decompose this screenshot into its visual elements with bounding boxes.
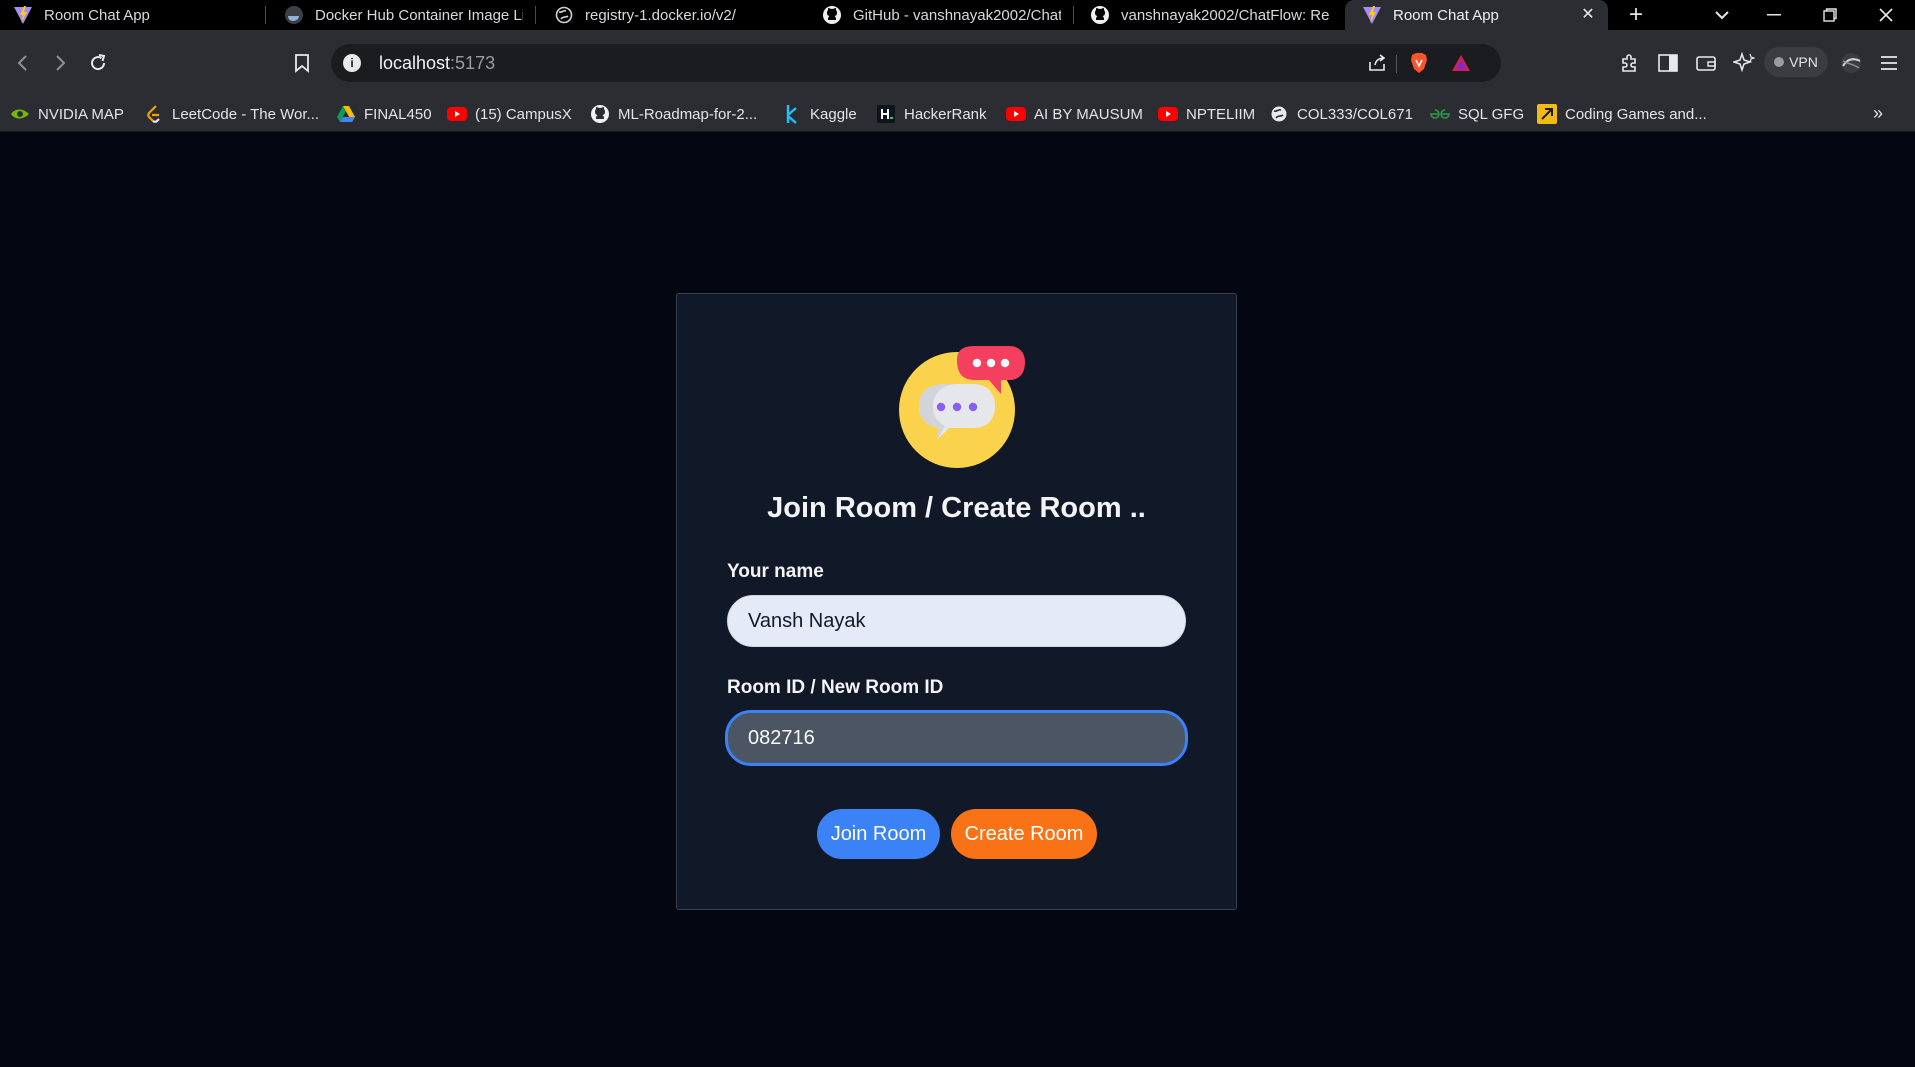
omnibox-divider bbox=[1396, 55, 1397, 73]
github-icon bbox=[590, 104, 610, 124]
more-bookmarks-icon[interactable]: » bbox=[1873, 103, 1883, 124]
bookmark-label: AI BY MAUSUM bbox=[1034, 105, 1143, 123]
bookmark-kaggle[interactable]: Kaggle bbox=[782, 97, 857, 131]
minimize-button[interactable] bbox=[1754, 0, 1794, 30]
new-tab-button[interactable]: + bbox=[1616, 0, 1656, 30]
url-host: localhost bbox=[379, 53, 451, 73]
close-window-button[interactable] bbox=[1866, 0, 1906, 30]
docker-icon bbox=[283, 4, 305, 26]
bookmark-nptel[interactable]: NPTELIIM bbox=[1158, 97, 1255, 131]
bookmarks-bar: NVIDIA MAP LeetCode - The Wor... FINAL45… bbox=[0, 97, 1915, 132]
bookmark-col333[interactable]: COL333/COL671 bbox=[1269, 97, 1413, 131]
brave-shields-icon[interactable] bbox=[1406, 50, 1432, 76]
bookmark-final450[interactable]: FINAL450 bbox=[336, 97, 432, 131]
bookmark-label: ML-Roadmap-for-2... bbox=[618, 105, 758, 123]
join-room-card: Join Room / Create Room .. Your name Roo… bbox=[676, 293, 1237, 910]
create-room-button[interactable]: Create Room bbox=[951, 809, 1097, 859]
tab-github-chatflow[interactable]: vanshnayak2002/ChatFlow: Rea bbox=[1089, 0, 1329, 30]
leo-ai-icon[interactable] bbox=[1731, 50, 1757, 76]
bookmark-campusx[interactable]: (15) CampusX bbox=[447, 97, 572, 131]
tab-github-chat[interactable]: GitHub - vanshnayak2002/Chat bbox=[821, 0, 1061, 30]
bookmark-nvidia-map[interactable]: NVIDIA MAP bbox=[10, 97, 124, 131]
url-port: :5173 bbox=[450, 53, 496, 73]
youtube-icon bbox=[1158, 104, 1178, 124]
bookmark-label: (15) CampusX bbox=[475, 105, 572, 123]
profile-avatar[interactable] bbox=[1838, 50, 1864, 76]
browser-toolbar: i localhost:5173 VPN bbox=[0, 30, 1915, 97]
tab-registry[interactable]: registry-1.docker.io/v2/ bbox=[553, 0, 793, 30]
nvidia-icon bbox=[10, 104, 30, 124]
tab-search-chevron-icon[interactable] bbox=[1702, 0, 1742, 30]
bookmark-label: FINAL450 bbox=[364, 105, 432, 123]
codingame-icon bbox=[1537, 104, 1557, 124]
tab-title: Docker Hub Container Image Li bbox=[315, 6, 523, 24]
tab-separator bbox=[1073, 6, 1074, 24]
bookmark-label: Coding Games and... bbox=[1565, 105, 1707, 123]
sidebar-toggle-icon[interactable] bbox=[1655, 50, 1681, 76]
share-icon[interactable] bbox=[1364, 50, 1390, 76]
leetcode-icon bbox=[144, 104, 164, 124]
tab-strip: Room Chat App Docker Hub Container Image… bbox=[0, 0, 1915, 30]
vite-icon bbox=[12, 4, 34, 26]
bookmark-sql-gfg[interactable]: SQL GFG bbox=[1430, 97, 1524, 131]
bookmark-ai-by-mausum[interactable]: AI BY MAUSUM bbox=[1006, 97, 1143, 131]
bookmark-label: LeetCode - The Wor... bbox=[172, 105, 320, 123]
github-icon bbox=[821, 4, 843, 26]
tab-separator bbox=[535, 6, 536, 24]
bookmark-hackerrank[interactable]: HackerRank bbox=[876, 97, 987, 131]
bookmark-label: NVIDIA MAP bbox=[38, 105, 124, 123]
bookmark-label: COL333/COL671 bbox=[1297, 105, 1413, 123]
youtube-icon bbox=[447, 104, 467, 124]
close-tab-icon[interactable]: ✕ bbox=[1578, 5, 1598, 25]
page-title: Join Room / Create Room .. bbox=[767, 492, 1146, 524]
kaggle-icon bbox=[782, 104, 802, 124]
tab-separator bbox=[265, 6, 266, 24]
tab-room-chat-app[interactable]: Room Chat App bbox=[12, 0, 257, 30]
bookmark-label: Kaggle bbox=[810, 105, 857, 123]
bookmark-label: HackerRank bbox=[904, 105, 987, 123]
tab-title: Room Chat App bbox=[1393, 6, 1499, 24]
address-bar[interactable]: i localhost:5173 bbox=[331, 44, 1501, 82]
tab-title: GitHub - vanshnayak2002/Chat bbox=[853, 6, 1061, 24]
chat-bubbles-logo-icon bbox=[899, 346, 1025, 468]
tab-title: registry-1.docker.io/v2/ bbox=[585, 6, 736, 24]
name-field-label: Your name bbox=[727, 561, 824, 582]
google-drive-icon bbox=[336, 104, 356, 124]
github-icon bbox=[1089, 4, 1111, 26]
hackerrank-icon bbox=[876, 104, 896, 124]
vite-icon bbox=[1361, 4, 1383, 26]
tab-room-chat-app-active[interactable]: Room Chat App ✕ bbox=[1345, 0, 1608, 30]
bookmark-label: NPTELIIM bbox=[1186, 105, 1256, 123]
vpn-label: VPN bbox=[1789, 54, 1818, 70]
menu-icon[interactable] bbox=[1876, 50, 1902, 76]
bookmark-label: SQL GFG bbox=[1458, 105, 1525, 123]
extensions-icon[interactable] bbox=[1617, 50, 1643, 76]
globe-icon bbox=[1269, 104, 1289, 124]
vpn-button[interactable]: VPN bbox=[1764, 47, 1828, 77]
bookmark-icon[interactable] bbox=[287, 48, 317, 78]
url-text[interactable]: localhost:5173 bbox=[379, 53, 495, 74]
join-room-button[interactable]: Join Room bbox=[817, 809, 940, 859]
room-id-field-label: Room ID / New Room ID bbox=[727, 677, 944, 698]
tab-title: Room Chat App bbox=[44, 6, 150, 24]
gfg-icon bbox=[1430, 104, 1450, 124]
tab-title: vanshnayak2002/ChatFlow: Rea bbox=[1121, 6, 1329, 24]
room-id-input[interactable] bbox=[725, 710, 1188, 766]
bookmark-codingame[interactable]: Coding Games and... bbox=[1537, 97, 1707, 131]
restore-button[interactable] bbox=[1810, 0, 1850, 30]
forward-button[interactable] bbox=[45, 48, 75, 78]
globe-icon bbox=[553, 4, 575, 26]
bookmark-leetcode[interactable]: LeetCode - The Wor... bbox=[144, 97, 319, 131]
vpn-status-dot bbox=[1774, 57, 1785, 67]
tab-docker-hub[interactable]: Docker Hub Container Image Li bbox=[283, 0, 523, 30]
site-info-icon[interactable]: i bbox=[343, 54, 361, 72]
brave-rewards-icon[interactable] bbox=[1448, 50, 1474, 76]
wallet-icon[interactable] bbox=[1693, 50, 1719, 76]
bookmark-ml-roadmap[interactable]: ML-Roadmap-for-2... bbox=[590, 97, 757, 131]
youtube-icon bbox=[1006, 104, 1026, 124]
name-input[interactable] bbox=[727, 595, 1186, 647]
reload-button[interactable] bbox=[83, 48, 113, 78]
back-button[interactable] bbox=[8, 48, 38, 78]
